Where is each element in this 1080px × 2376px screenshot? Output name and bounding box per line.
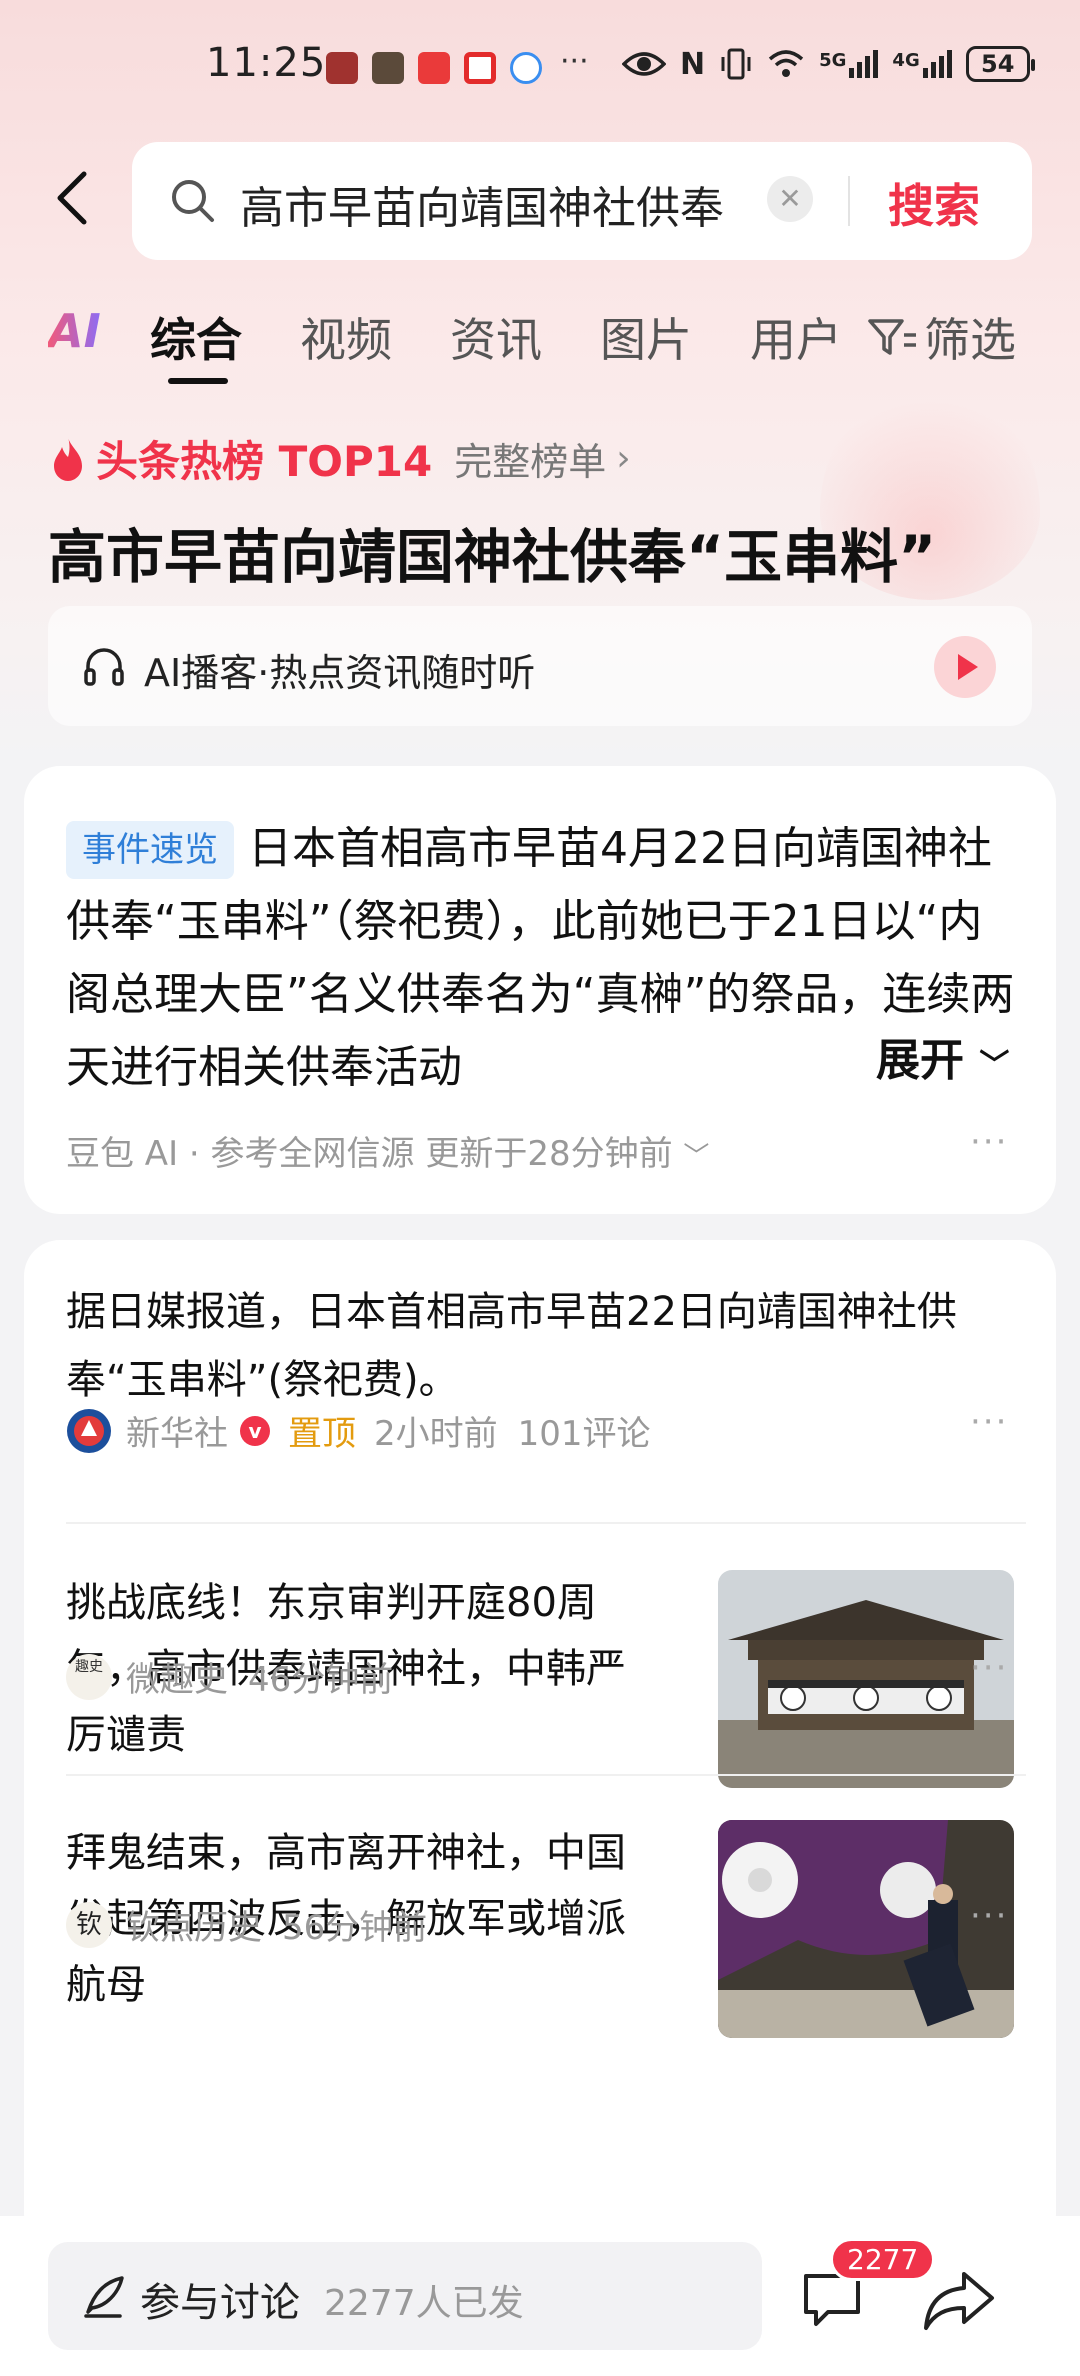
news-comments: 101评论 bbox=[517, 1414, 651, 1454]
chevron-down-icon[interactable]: ﹀ bbox=[683, 1142, 709, 1172]
filter-icon bbox=[868, 319, 916, 355]
verified-icon: v bbox=[240, 1415, 270, 1446]
more-options-icon[interactable]: ··· bbox=[970, 1402, 1008, 1442]
summary-fade bbox=[764, 1022, 874, 1094]
podcast-text: AI播客·热点资讯随时听 bbox=[144, 651, 536, 695]
more-notifications-icon: ··· bbox=[560, 44, 589, 79]
hot-list-row[interactable]: 头条热榜 TOP14 完整榜单 › bbox=[48, 428, 631, 489]
weiqushi-avatar: 趣史 bbox=[66, 1653, 112, 1700]
expand-button[interactable]: 展开 ﹀ bbox=[870, 1024, 1010, 1088]
filter-label: 筛选 bbox=[924, 313, 1016, 367]
news-source[interactable]: 钦点历史 bbox=[126, 1900, 262, 1949]
event-summary-card[interactable]: 事件速览 日本首相高市早苗4月22日向靖国神社供奉“玉串料”（祭祀费），此前她已于… bbox=[24, 766, 1056, 1214]
filter-button[interactable]: 筛选 bbox=[868, 304, 1016, 370]
news-meta: 钦 钦点历史 56分钟前 bbox=[66, 1900, 427, 1949]
shield-app-icon bbox=[372, 52, 404, 84]
status-time: 11:25 bbox=[206, 40, 327, 86]
bottom-action-bar: 参与讨论 2277人已发 2277 bbox=[0, 2216, 1080, 2376]
search-icon bbox=[172, 180, 214, 222]
signal-5g-icon: 5G bbox=[819, 50, 879, 78]
tab-ai[interactable]: AI bbox=[48, 304, 101, 358]
news-meta: 新华社 v 置顶 2小时前 101评论 bbox=[66, 1406, 651, 1455]
huawei-icon bbox=[326, 52, 358, 84]
news-title[interactable]: 据日媒报道，日本首相高市早苗22日向靖国神社供奉“玉串料”(祭祀费)。 bbox=[66, 1278, 1026, 1414]
tab-images[interactable]: 图片 bbox=[600, 304, 692, 370]
back-arrow-icon[interactable] bbox=[46, 168, 106, 228]
eye-icon bbox=[622, 52, 666, 76]
chevron-down-icon: ﹀ bbox=[979, 1048, 1010, 1083]
tab-video[interactable]: 视频 bbox=[300, 304, 392, 370]
summary-source-text: 豆包 AI · 参考全网信源 更新于28分钟前 bbox=[66, 1134, 673, 1174]
full-list-link[interactable]: 完整榜单 bbox=[454, 431, 606, 486]
red-app-icon bbox=[418, 52, 450, 84]
news-source[interactable]: 新华社 bbox=[126, 1406, 228, 1455]
tab-comprehensive[interactable]: 综合 bbox=[150, 304, 242, 370]
wifi-icon bbox=[768, 50, 804, 77]
system-icons: N 5G 4G 54 bbox=[622, 46, 1035, 82]
ai-podcast-bar[interactable]: AI播客·热点资讯随时听 bbox=[48, 606, 1032, 726]
battery-indicator: 54 bbox=[965, 46, 1035, 82]
news-source[interactable]: 微趣史 bbox=[126, 1652, 228, 1701]
divider bbox=[66, 1774, 1026, 1776]
notification-icons bbox=[326, 52, 542, 84]
share-icon[interactable] bbox=[922, 2262, 998, 2338]
divider bbox=[66, 1522, 1026, 1524]
discuss-input[interactable]: 参与讨论 2277人已发 bbox=[48, 2242, 762, 2350]
tab-users[interactable]: 用户 bbox=[750, 304, 842, 370]
news-time: 46分钟前 bbox=[248, 1660, 394, 1700]
headphones-icon bbox=[84, 648, 124, 686]
signal-4g-icon: 4G bbox=[892, 50, 952, 78]
more-options-icon[interactable]: ··· bbox=[970, 1896, 1008, 1936]
search-button[interactable]: 搜索 bbox=[888, 170, 980, 236]
flame-icon bbox=[54, 436, 82, 481]
discuss-count: 2277人已发 bbox=[324, 2283, 524, 2324]
vibrate-icon bbox=[721, 48, 751, 80]
news-time: 2小时前 bbox=[374, 1414, 498, 1454]
chevron-right-icon: › bbox=[616, 438, 631, 479]
xinhua-avatar bbox=[67, 1408, 111, 1453]
more-options-icon[interactable]: ··· bbox=[970, 1122, 1008, 1162]
play-icon[interactable] bbox=[934, 636, 996, 698]
discuss-label: 参与讨论 bbox=[140, 2280, 300, 2326]
news-list-card: 据日媒报道，日本首相高市早苗22日向靖国神社供奉“玉串料”(祭祀费)。 新华社 … bbox=[24, 1240, 1056, 2250]
news-time: 56分钟前 bbox=[282, 1908, 428, 1948]
summary-source: 豆包 AI · 参考全网信源 更新于28分钟前 ﹀ bbox=[66, 1126, 709, 1175]
search-box[interactable]: 高市早苗向靖国神社供奉 ✕ 搜索 bbox=[132, 142, 1032, 260]
topic-title: 高市早苗向靖国神社供奉“玉串料” bbox=[48, 523, 937, 591]
chat-app-icon bbox=[510, 52, 542, 84]
tv-app-icon bbox=[464, 52, 496, 84]
pinned-label: 置顶 bbox=[288, 1414, 356, 1454]
clear-icon[interactable]: ✕ bbox=[767, 176, 813, 222]
status-bar: 11:25 ··· N 5G 4G 54 bbox=[0, 0, 1080, 136]
result-tabs: AI 综合 视频 资讯 图片 用户 筛选 bbox=[0, 300, 1080, 390]
search-divider bbox=[848, 176, 850, 226]
hot-list-label: 头条热榜 TOP14 bbox=[96, 437, 433, 486]
active-tab-indicator bbox=[168, 378, 228, 384]
qindian-avatar: 钦 bbox=[66, 1901, 112, 1948]
nfc-icon: N bbox=[680, 46, 706, 82]
tab-news[interactable]: 资讯 bbox=[450, 304, 542, 370]
expand-label: 展开 bbox=[876, 1035, 964, 1086]
event-tag: 事件速览 bbox=[66, 821, 234, 879]
more-options-icon[interactable]: ··· bbox=[970, 1648, 1008, 1688]
news-meta: 趣史 微趣史 46分钟前 bbox=[66, 1652, 393, 1701]
comment-count-badge: 2277 bbox=[830, 2238, 936, 2281]
pen-icon bbox=[84, 2276, 124, 2318]
